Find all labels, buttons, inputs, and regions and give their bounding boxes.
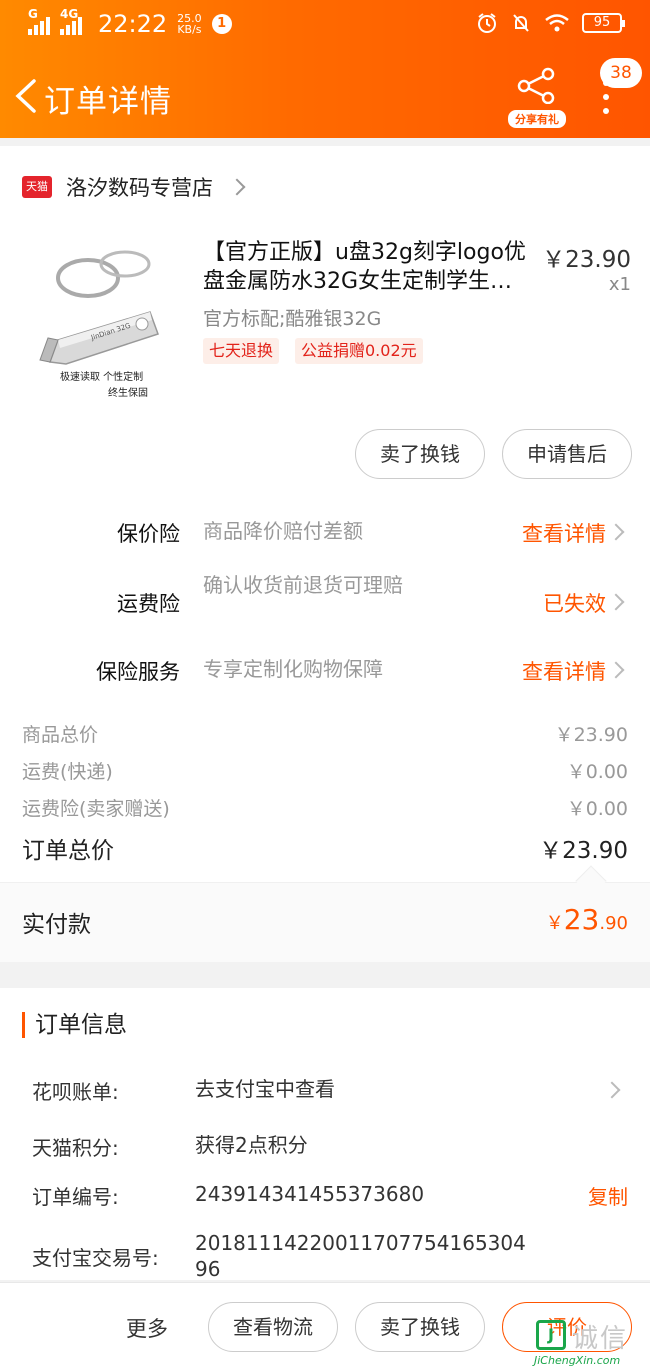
summary-goods-row: 商品总价 ￥23.90: [22, 720, 628, 750]
order-info-heading: 订单信息: [22, 1012, 127, 1038]
insurance-name: 运费险: [117, 592, 180, 616]
order-info-card: 订单信息 花呗账单: 去支付宝中查看 天猫积分: 获得2点积分 订单编号: 24…: [0, 988, 650, 1282]
insurance-row-shipping[interactable]: 运费险 确认收货前退货可理赔 已失效: [0, 572, 650, 642]
paid-amount: ￥23.90: [546, 903, 628, 936]
network-speed: 25.0 KB/s: [177, 13, 202, 35]
insurance-row-price-protect[interactable]: 保价险 商品降价赔付差额 查看详情: [0, 506, 650, 566]
alarm-icon: [478, 13, 496, 33]
watermark-en: JiChengXin.com: [534, 1354, 621, 1367]
product-quantity: x1: [608, 274, 631, 295]
product-title[interactable]: 【官方正版】u盘32g刻字logo优盘金属防水32G女生定制学生车载电脑两用: [203, 238, 533, 296]
mute-bell-icon: [513, 14, 529, 32]
paid-band: 实付款 ￥23.90: [0, 882, 650, 962]
clock: 22:22: [98, 10, 168, 38]
app-header: G 4G 22:22 25.0 KB/s 1 95 订单详情 分享有礼 38: [0, 0, 650, 138]
order-card: 天猫 洛汐数码专营店 JinDian 32G 极速读取 个性定制 终生保固 【官…: [0, 146, 650, 962]
product-sku: 官方标配;酷雅银32G: [203, 308, 382, 330]
sell-item-button[interactable]: 卖了换钱: [355, 429, 485, 479]
watermark-box: J: [536, 1320, 566, 1350]
summary-label: 运费险(卖家赠送): [22, 798, 170, 820]
nav-bar: 订单详情 分享有礼: [0, 60, 650, 132]
info-label: 天猫积分:: [32, 1136, 119, 1160]
battery-indicator: 95: [582, 13, 625, 33]
signal-icon: G: [28, 7, 50, 35]
summary-total-row: 订单总价 ￥23.90: [22, 831, 628, 865]
wifi-icon: [545, 14, 569, 32]
share-label: 分享有礼: [508, 110, 566, 128]
chevron-right-icon: [228, 178, 246, 196]
paid-integer: 23: [563, 903, 600, 936]
image-caption-1: 极速读取 个性定制: [60, 372, 144, 383]
image-caption-2: 终生保固: [108, 388, 148, 399]
insurance-desc: 专享定制化购物保障: [203, 657, 383, 681]
insurance-desc: 确认收货前退货可理赔: [203, 573, 403, 597]
network-signal-icon: 4G: [60, 7, 82, 35]
info-value: 2018111422001170775416530496: [195, 1231, 526, 1281]
copy-order-number-button[interactable]: 复制: [588, 1181, 628, 1210]
summary-value: ￥0.00: [566, 798, 628, 820]
insurance-action[interactable]: 查看详情: [522, 656, 606, 686]
back-arrow-icon[interactable]: [12, 78, 42, 114]
message-badge[interactable]: 38: [600, 58, 642, 88]
huabei-row[interactable]: 花呗账单: 去支付宝中查看: [32, 1076, 632, 1106]
insurance-action[interactable]: 查看详情: [522, 518, 606, 548]
order-number-row: 订单编号: 243914341455373680: [32, 1181, 632, 1211]
shop-row[interactable]: 天猫 洛汐数码专营店: [22, 172, 246, 202]
sell-item-bottom-button[interactable]: 卖了换钱: [355, 1302, 485, 1352]
tmall-tag: 天猫: [22, 176, 52, 198]
info-value: 243914341455373680: [195, 1182, 425, 1206]
tag-seven-day-return: 七天退换: [203, 338, 280, 364]
summary-label: 商品总价: [22, 724, 99, 746]
status-left: G 4G 22:22 25.0 KB/s 1: [28, 7, 232, 38]
after-sale-button[interactable]: 申请售后: [502, 429, 632, 479]
shop-name[interactable]: 洛汐数码专营店: [66, 172, 213, 202]
tag-charity: 公益捐赠0.02元: [295, 338, 423, 364]
insurance-row-service[interactable]: 保险服务 专享定制化购物保障 查看详情: [0, 644, 650, 704]
watermark-cn: 诚信: [572, 1324, 629, 1354]
summary-shipping-row: 运费(快递) ￥0.00: [22, 757, 628, 787]
info-label: 花呗账单:: [32, 1080, 119, 1104]
info-label: 支付宝交易号:: [32, 1246, 159, 1270]
summary-value: ￥23.90: [539, 838, 628, 864]
chevron-right-icon: [607, 523, 625, 541]
paid-currency: ￥: [545, 913, 564, 934]
chevron-right-icon: [607, 593, 625, 611]
page-title: 订单详情: [44, 84, 172, 120]
watermark-logo: J 诚信 JiChengXin.com: [530, 1316, 650, 1372]
product-price: ￥23.90: [542, 247, 631, 273]
network-label: 4G: [60, 7, 79, 21]
summary-ship-insurance-row: 运费险(卖家赠送) ￥0.00: [22, 794, 628, 824]
info-label: 订单编号:: [32, 1185, 119, 1209]
view-logistics-button[interactable]: 查看物流: [208, 1302, 338, 1352]
insurance-status[interactable]: 已失效: [543, 588, 606, 618]
share-icon: [517, 67, 555, 105]
status-bar: G 4G 22:22 25.0 KB/s 1 95: [0, 0, 650, 52]
summary-value: ￥0.00: [566, 761, 628, 783]
points-row: 天猫积分: 获得2点积分: [32, 1132, 632, 1162]
summary-value: ￥23.90: [554, 724, 628, 746]
paid-decimal: .90: [599, 913, 628, 934]
chevron-right-icon: [603, 1081, 621, 1099]
notification-count: 1: [211, 14, 232, 34]
paid-label: 实付款: [22, 912, 91, 938]
share-button[interactable]: 分享有礼: [508, 66, 566, 128]
info-value: 去支付宝中查看: [195, 1077, 335, 1101]
speed-unit: KB/s: [177, 23, 202, 36]
product-image[interactable]: JinDian 32G 极速读取 个性定制 终生保固: [30, 242, 190, 412]
insurance-desc: 商品降价赔付差额: [203, 519, 363, 543]
usb-drive-image: JinDian 32G: [39, 250, 159, 365]
summary-label: 订单总价: [22, 838, 114, 864]
signal-label: G: [28, 7, 38, 21]
insurance-name: 保险服务: [96, 660, 180, 684]
status-right: 95: [476, 12, 625, 34]
chevron-right-icon: [607, 661, 625, 679]
info-value: 获得2点积分: [195, 1133, 308, 1157]
insurance-name: 保价险: [117, 522, 180, 546]
alipay-trade-row: 支付宝交易号: 2018111422001170775416530496: [32, 1230, 632, 1282]
more-button[interactable]: 更多: [126, 1313, 168, 1343]
summary-label: 运费(快递): [22, 761, 113, 783]
